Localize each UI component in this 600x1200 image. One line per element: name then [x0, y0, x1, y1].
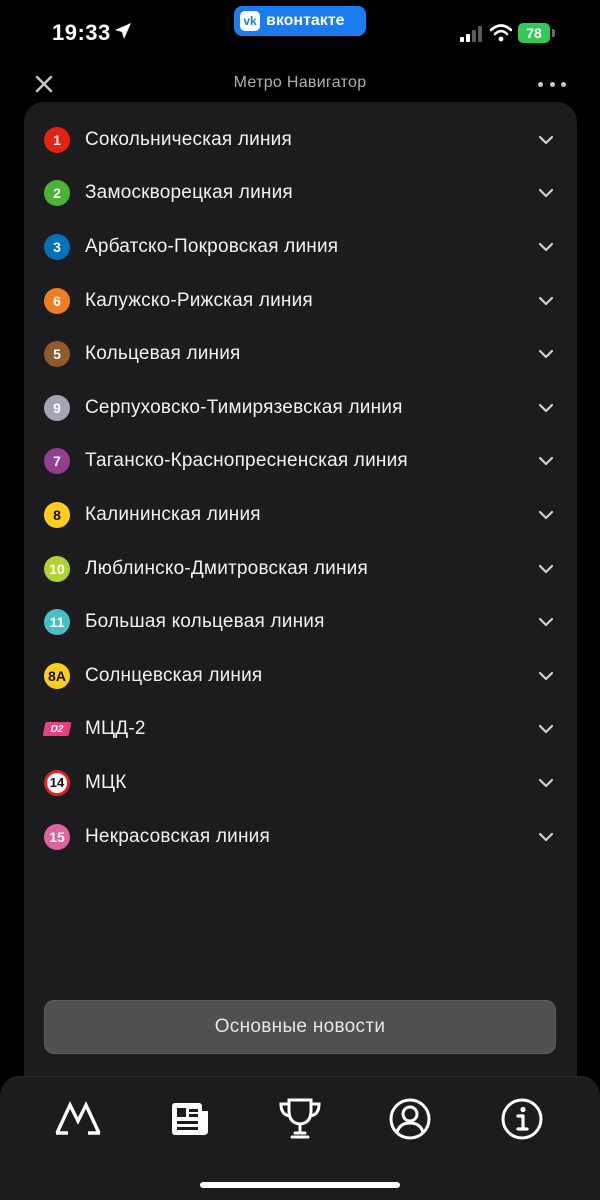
- line-badge: 8А: [44, 662, 70, 689]
- chevron-down-icon[interactable]: [538, 456, 554, 466]
- metro-line-row[interactable]: 3 Арбатско-Покровская линия: [24, 220, 577, 274]
- home-indicator: [200, 1182, 400, 1188]
- metro-line-row[interactable]: 10 Люблинско-Дмитровская линия: [24, 542, 577, 596]
- metro-line-row[interactable]: 7 Таганско-Краснопресненская линия: [24, 435, 577, 489]
- line-badge: 9: [44, 394, 70, 421]
- metro-line-row[interactable]: 9 Серпуховско-Тимирязевская линия: [24, 381, 577, 435]
- line-name: МЦД-2: [85, 718, 146, 740]
- wifi-icon: [490, 24, 512, 42]
- status-time: 19:33: [52, 20, 111, 45]
- line-name: Калужско-Рижская линия: [85, 289, 313, 311]
- cellular-signal-icon: [460, 26, 482, 42]
- chevron-down-icon[interactable]: [538, 832, 554, 842]
- metro-line-row[interactable]: 14 МЦК: [24, 756, 577, 810]
- line-badge: 1: [44, 126, 70, 153]
- line-badge: 3: [44, 233, 70, 260]
- chevron-down-icon[interactable]: [538, 724, 554, 734]
- chevron-down-icon[interactable]: [538, 671, 554, 681]
- chevron-down-icon[interactable]: [538, 296, 554, 306]
- line-badge: 15: [44, 823, 70, 850]
- chevron-down-icon[interactable]: [538, 510, 554, 520]
- news-icon[interactable]: [166, 1095, 214, 1143]
- chevron-down-icon[interactable]: [538, 778, 554, 788]
- line-name: Люблинско-Дмитровская линия: [85, 557, 368, 579]
- line-name: Кольцевая линия: [85, 343, 241, 365]
- line-name: Таганско-Краснопресненская линия: [85, 450, 408, 472]
- line-badge: 2: [44, 180, 70, 207]
- line-badge: 10: [44, 555, 70, 582]
- metro-line-row[interactable]: 11 Большая кольцевая линия: [24, 595, 577, 649]
- metro-icon[interactable]: [54, 1095, 102, 1143]
- line-name: Арбатско-Покровская линия: [85, 235, 339, 257]
- metro-line-row[interactable]: 15 Некрасовская линия: [24, 810, 577, 864]
- metro-line-row[interactable]: 8А Солнцевская линия: [24, 649, 577, 703]
- more-options-icon[interactable]: [538, 72, 566, 96]
- app-header: Метро Навигатор: [0, 64, 600, 104]
- chevron-down-icon[interactable]: [538, 135, 554, 145]
- vk-return-pill[interactable]: vk вконтакте: [234, 6, 366, 36]
- metro-line-list: 1 Сокольническая линия 2 Замоскворецкая лин…: [24, 113, 577, 863]
- line-name: Некрасовская линия: [85, 825, 270, 847]
- metro-line-row[interactable]: 1 Сокольническая линия: [24, 113, 577, 167]
- lines-panel: 1 Сокольническая линия 2 Замоскворецкая лин…: [24, 102, 577, 1092]
- line-badge: 5: [44, 341, 70, 368]
- line-badge: 7: [44, 448, 70, 475]
- line-name: МЦК: [85, 771, 127, 793]
- line-badge: 8: [44, 501, 70, 528]
- chevron-down-icon[interactable]: [538, 403, 554, 413]
- line-name: Солнцевская линия: [85, 664, 263, 686]
- line-badge: 6: [44, 287, 70, 314]
- chevron-down-icon[interactable]: [538, 617, 554, 627]
- profile-icon[interactable]: [386, 1095, 434, 1143]
- line-name: Большая кольцевая линия: [85, 611, 325, 633]
- screen: 19:33 vk вконтакте 78 Метро Навигатор 1 …: [0, 0, 600, 1200]
- info-icon[interactable]: [498, 1095, 546, 1143]
- line-name: Сокольническая линия: [85, 128, 292, 150]
- battery-indicator: 78: [518, 23, 550, 43]
- dot: [561, 81, 566, 87]
- dot: [549, 81, 555, 87]
- chevron-down-icon[interactable]: [538, 564, 554, 574]
- metro-line-row[interactable]: 5 Кольцевая линия: [24, 327, 577, 381]
- line-name: Серпуховско-Тимирязевская линия: [85, 396, 403, 418]
- location-arrow-icon: [115, 23, 131, 39]
- metro-line-row[interactable]: D2 МЦД-2: [24, 703, 577, 757]
- metro-line-row[interactable]: 8 Калининская линия: [24, 488, 577, 542]
- dot: [538, 81, 543, 87]
- app-title: Метро Навигатор: [233, 74, 367, 91]
- metro-line-row[interactable]: 2 Замоскворецкая линия: [24, 167, 577, 221]
- chevron-down-icon[interactable]: [538, 242, 554, 252]
- vk-logo-icon: vk: [240, 11, 260, 31]
- chevron-down-icon[interactable]: [538, 349, 554, 359]
- chevron-down-icon[interactable]: [538, 188, 554, 198]
- vk-label: вконтакте: [266, 12, 345, 29]
- metro-line-row[interactable]: 6 Калужско-Рижская линия: [24, 274, 577, 328]
- battery-cap: [552, 29, 555, 37]
- trophy-icon[interactable]: [276, 1095, 324, 1143]
- line-name: Замоскворецкая линия: [85, 182, 293, 204]
- line-badge: D2: [42, 722, 72, 737]
- main-news-button[interactable]: Основные новости: [44, 1000, 556, 1054]
- line-badge: 11: [44, 609, 70, 636]
- line-badge: 14: [44, 769, 70, 796]
- status-bar: 19:33 vk вконтакте 78: [0, 0, 600, 64]
- line-name: Калининская линия: [85, 503, 261, 525]
